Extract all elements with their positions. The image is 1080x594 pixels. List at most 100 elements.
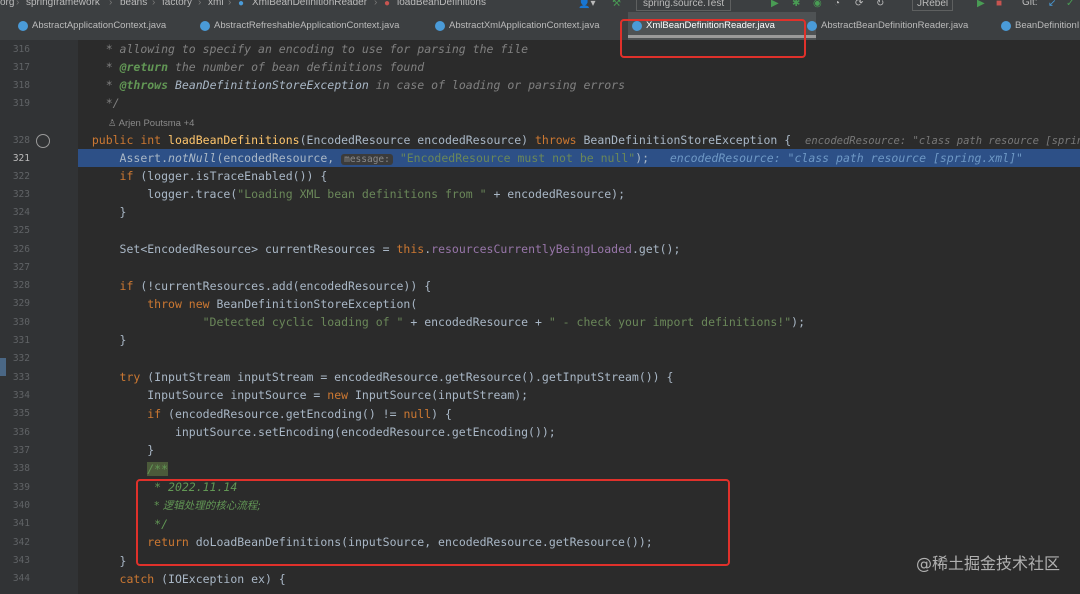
line-number: 338 (12, 463, 30, 474)
line-number: 322 (12, 171, 30, 182)
breadcrumb-separator: › (109, 0, 113, 8)
breadcrumb-separator: › (152, 0, 156, 8)
code-text: + encodedResource); (486, 187, 625, 201)
git-update-icon[interactable]: ↙ (1048, 0, 1056, 10)
javadoc-class-ref: BeanDefinitionStoreException (174, 78, 369, 92)
method-name: loadBeanDefinitions (168, 133, 300, 147)
javadoc-text: * (105, 78, 120, 92)
code-text: (encodedResource, (216, 151, 342, 165)
javadoc-tag: @throws (119, 78, 169, 92)
string-literal: "EncodedResource must not be null" (399, 151, 636, 165)
breadcrumb-separator: › (374, 0, 378, 8)
override-method-icon[interactable] (36, 134, 50, 148)
code-text: } (119, 554, 127, 568)
code-line: } (78, 441, 1080, 459)
jrebel-run-icon[interactable]: ▶ (977, 0, 985, 10)
navigation-bar: org › springframework › beans › factory … (0, 0, 1080, 12)
code-line: if (logger.isTraceEnabled()) { (78, 167, 1080, 185)
breadcrumb-beans[interactable]: beans (120, 0, 147, 9)
keyword: if (119, 279, 141, 293)
code-line-signature: public int loadBeanDefinitions(EncodedRe… (78, 131, 1080, 149)
breadcrumb-method[interactable]: loadBeanDefinitions (397, 0, 486, 9)
code-text: Assert. (119, 151, 169, 165)
code-text: BeanDefinitionStoreException( (216, 297, 418, 311)
debug-value-hint: encodedResource: "class path resource [s… (805, 135, 1080, 147)
debug-icon[interactable]: ✱ (792, 0, 800, 10)
line-number: 342 (12, 537, 30, 548)
code-text: + encodedResource + (403, 315, 549, 329)
keyword: catch (119, 572, 162, 586)
line-number: 326 (12, 244, 30, 255)
tab-bean-definition[interactable]: BeanDefinitionI (997, 12, 1079, 40)
keyword: new (327, 388, 355, 402)
profile-icon[interactable]: ◔ (834, 0, 840, 10)
javadoc-open: /** (147, 462, 169, 476)
javadoc-text: the number of bean definitions found (168, 60, 425, 74)
user-icon[interactable]: 👤▾ (578, 0, 595, 10)
keyword: throws (535, 133, 584, 147)
code-text: (EncodedResource encodedResource) (299, 133, 535, 147)
jrebel-select[interactable]: JRebel (912, 0, 954, 11)
tab-abstract-application-context[interactable]: AbstractApplicationContext.java (14, 12, 166, 40)
highlight-box-code-block (136, 479, 730, 566)
keyword: public int (91, 133, 169, 147)
java-class-icon (435, 21, 445, 31)
line-number: 328 (12, 135, 30, 146)
stop-icon[interactable]: ■ (996, 0, 1002, 10)
tab-label: BeanDefinitionI (1015, 20, 1080, 31)
code-text: } (119, 205, 127, 219)
git-label: Git: (1022, 0, 1038, 8)
highlight-box-active-tab (620, 19, 806, 58)
java-class-icon (1001, 21, 1011, 31)
breadcrumb-org[interactable]: org (0, 0, 14, 9)
coverage-icon[interactable]: ◉ (813, 0, 822, 10)
editor-tabs: AbstractApplicationContext.java Abstract… (0, 12, 1080, 41)
line-number: 325 (12, 225, 30, 236)
breadcrumb-factory[interactable]: factory (162, 0, 192, 9)
debug-value-hint: encodedResource: "class path resource [s… (669, 151, 1023, 165)
build-hammer-icon[interactable]: ⚒ (612, 0, 621, 10)
code-text: (logger.isTraceEnabled()) { (140, 169, 328, 183)
code-line: * allowing to specify an encoding to use… (78, 40, 1080, 58)
code-line: * @throws BeanDefinitionStoreException i… (78, 76, 1080, 94)
code-line: inputSource.setEncoding(encodedResource.… (78, 423, 1080, 441)
java-class-icon (200, 21, 210, 31)
tab-label: AbstractBeanDefinitionReader.java (821, 20, 969, 31)
tab-abstract-refreshable-application-context[interactable]: AbstractRefreshableApplicationContext.ja… (196, 12, 399, 40)
tab-label: AbstractXmlApplicationContext.java (449, 20, 600, 31)
string-literal: " - check your import definitions!" (548, 315, 792, 329)
run-icon[interactable]: ▶ (771, 0, 779, 10)
line-number: 328 (12, 280, 30, 291)
tab-abstract-xml-application-context[interactable]: AbstractXmlApplicationContext.java (431, 12, 600, 40)
line-number: 327 (12, 262, 30, 273)
keyword: if (119, 169, 141, 183)
method-icon: ● (384, 0, 391, 9)
breadcrumb-class[interactable]: XmlBeanDefinitionReader (252, 0, 367, 9)
breadcrumb-springframework[interactable]: springframework (26, 0, 100, 9)
code-line-current-breakpoint: Assert.notNull(encodedResource, message:… (78, 149, 1080, 167)
code-line: } (78, 331, 1080, 349)
code-line: if (!currentResources.add(encodedResourc… (78, 277, 1080, 295)
rebuild-icon[interactable]: ⟳ (855, 0, 863, 10)
keyword: throw new (147, 297, 217, 311)
breadcrumb-xml[interactable]: xml (208, 0, 224, 9)
line-number: 324 (12, 207, 30, 218)
line-number: 329 (12, 298, 30, 309)
code-text: Set<EncodedResource> currentResources = (119, 242, 397, 256)
code-text: (InputStream inputStream = encodedResour… (147, 370, 674, 384)
code-text: ) { (431, 407, 452, 421)
code-text: ); (791, 315, 806, 329)
code-text: InputSource(inputStream); (354, 388, 529, 402)
line-number: 341 (12, 518, 30, 529)
code-text: (encodedResource.getEncoding() != (168, 407, 404, 421)
tab-abstract-bean-definition-reader[interactable]: AbstractBeanDefinitionReader.java (803, 12, 968, 40)
line-number: 331 (12, 335, 30, 346)
run-config-select[interactable]: spring.source.Test (636, 0, 732, 11)
keyword: null (403, 407, 432, 421)
code-text: ); (635, 151, 650, 165)
keyword: try (119, 370, 148, 384)
git-commit-icon[interactable]: ✓ (1066, 0, 1074, 10)
watermark: @稀土掘金技术社区 (915, 554, 1060, 573)
java-class-icon (18, 21, 28, 31)
reload-icon[interactable]: ↻ (876, 0, 884, 10)
